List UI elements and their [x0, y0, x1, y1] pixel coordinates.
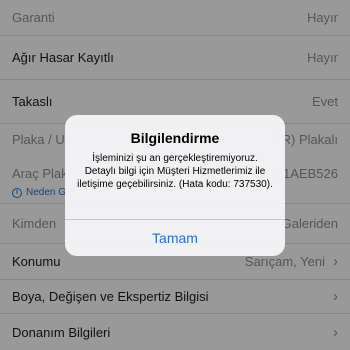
alert-title: Bilgilendirme [130, 130, 220, 146]
ok-button[interactable]: Tamam [65, 220, 285, 256]
alert-message: İşleminizi şu an gerçekleştiremiyoruz. D… [77, 153, 273, 190]
info-alert-dialog: Bilgilendirme İşleminizi şu an gerçekleş… [65, 115, 285, 256]
